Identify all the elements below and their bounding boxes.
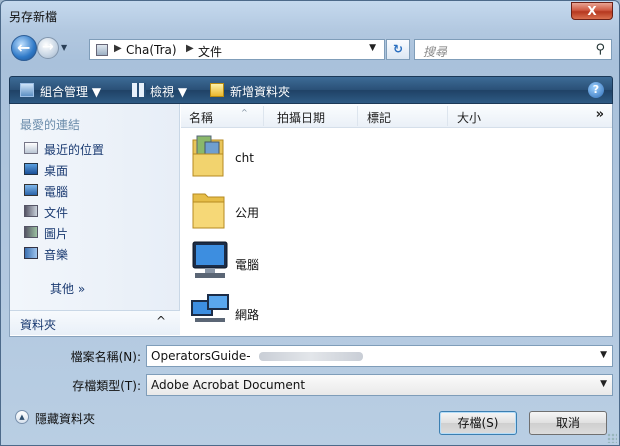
chevron-down-icon[interactable]: ▼ bbox=[600, 379, 607, 389]
column-name[interactable]: 名稱 ^ bbox=[189, 108, 248, 126]
network-icon bbox=[191, 294, 229, 322]
filetype-label: 存檔類型(T): bbox=[72, 379, 141, 393]
file-name: 電腦 bbox=[235, 258, 260, 272]
fav-item-pictures[interactable]: 圖片 bbox=[24, 224, 174, 242]
column-divider[interactable] bbox=[263, 106, 264, 126]
close-button[interactable]: X bbox=[571, 2, 613, 20]
pictures-icon bbox=[24, 226, 38, 238]
computer-icon bbox=[24, 184, 38, 196]
address-folder-icon bbox=[96, 44, 108, 56]
command-toolbar: 組合管理 ▼ 檢視 ▼ 新增資料夾 ? bbox=[9, 76, 613, 104]
organize-menu[interactable]: 組合管理 ▼ bbox=[40, 83, 101, 100]
new-folder-icon bbox=[210, 83, 224, 97]
filetype-value: Adobe Acrobat Document bbox=[151, 378, 306, 392]
filename-label: 檔案名稱(N): bbox=[70, 350, 141, 364]
save-button[interactable]: 存檔(S) bbox=[439, 411, 517, 435]
fav-item-documents[interactable]: 文件 bbox=[24, 203, 174, 221]
column-tags[interactable]: 標記 bbox=[367, 109, 391, 126]
navigation-pane: 最愛的連結 最近的位置 桌面 電腦 文件 圖片 音樂 其他 » 資料夾 ^ bbox=[10, 104, 180, 335]
fav-item-label: 圖片 bbox=[44, 227, 69, 241]
fav-item-label: 音樂 bbox=[44, 248, 69, 262]
window-title: 另存新檔 bbox=[9, 10, 58, 24]
save-as-dialog: 另存新檔 X ← → ▼ ▶ Cha(Tra) ▶ 文件 ▼ ↻ 搜尋 ⚲ 組合… bbox=[0, 0, 620, 446]
music-icon bbox=[24, 247, 38, 259]
address-row: ← → ▼ ▶ Cha(Tra) ▶ 文件 ▼ ↻ 搜尋 ⚲ bbox=[1, 31, 619, 65]
fav-item-recent-places[interactable]: 最近的位置 bbox=[24, 140, 174, 158]
fav-item-label: 桌面 bbox=[44, 164, 69, 178]
address-bar[interactable]: ▶ Cha(Tra) ▶ 文件 ▼ bbox=[89, 39, 385, 60]
fav-item-computer[interactable]: 電腦 bbox=[24, 182, 174, 200]
fav-item-label: 最近的位置 bbox=[44, 143, 105, 157]
breadcrumb-user[interactable]: Cha(Tra) bbox=[126, 43, 177, 57]
cancel-button[interactable]: 取消 bbox=[529, 411, 607, 435]
collapse-up-icon: ▲ bbox=[15, 410, 29, 424]
views-icon bbox=[132, 83, 146, 97]
chevron-right-icon[interactable]: ▶ bbox=[186, 43, 194, 54]
resize-grip-icon[interactable] bbox=[607, 433, 617, 443]
filetype-select[interactable]: Adobe Acrobat Document ▼ bbox=[146, 374, 613, 396]
column-size[interactable]: 大小 bbox=[457, 109, 481, 126]
file-name: 網路 bbox=[235, 308, 260, 322]
chevron-up-icon: ^ bbox=[155, 314, 166, 328]
organize-icon bbox=[20, 83, 34, 97]
views-menu[interactable]: 檢視 ▼ bbox=[150, 83, 187, 100]
refresh-icon: ↻ bbox=[392, 42, 404, 56]
user-folder-icon bbox=[192, 135, 224, 177]
hide-folders-label: 隱藏資料夾 bbox=[35, 412, 96, 426]
fav-item-label: 電腦 bbox=[44, 185, 69, 199]
redacted-text bbox=[259, 352, 363, 361]
desktop-icon bbox=[24, 163, 38, 175]
search-icon[interactable]: ⚲ bbox=[595, 42, 605, 57]
fav-item-label: 文件 bbox=[44, 206, 69, 220]
file-item-network[interactable]: 網路 bbox=[187, 288, 487, 338]
column-divider[interactable] bbox=[357, 106, 358, 126]
help-icon[interactable]: ? bbox=[588, 82, 604, 98]
refresh-button[interactable]: ↻ bbox=[386, 39, 410, 60]
browser-content: 最愛的連結 最近的位置 桌面 電腦 文件 圖片 音樂 其他 » 資料夾 ^ 名稱… bbox=[9, 104, 613, 337]
file-name: cht bbox=[235, 151, 254, 165]
recent-places-icon bbox=[24, 142, 38, 154]
fav-item-music[interactable]: 音樂 bbox=[24, 245, 174, 263]
search-box[interactable]: 搜尋 ⚲ bbox=[414, 39, 612, 60]
file-item-public[interactable]: 公用 bbox=[187, 184, 487, 234]
chevron-right-icon[interactable]: ▶ bbox=[114, 43, 122, 54]
filename-input[interactable]: OperatorsGuide- ▼ bbox=[146, 345, 613, 367]
new-folder-button[interactable]: 新增資料夾 bbox=[230, 83, 290, 100]
more-columns-icon[interactable]: » bbox=[596, 107, 604, 122]
computer-icon bbox=[192, 241, 228, 278]
address-dropdown-icon[interactable]: ▼ bbox=[369, 43, 376, 53]
favorite-links-header: 最愛的連結 bbox=[20, 118, 81, 132]
column-date-taken[interactable]: 拍攝日期 bbox=[277, 109, 325, 126]
search-placeholder: 搜尋 bbox=[423, 45, 448, 59]
back-arrow-icon: ← bbox=[17, 38, 31, 57]
column-divider[interactable] bbox=[447, 106, 448, 126]
filename-value: OperatorsGuide- bbox=[151, 349, 251, 363]
column-header: 名稱 ^ 拍攝日期 標記 大小 » bbox=[181, 104, 612, 128]
file-list: 名稱 ^ 拍攝日期 標記 大小 » cht 公用 電腦 網路 bbox=[181, 104, 612, 335]
forward-button[interactable]: → bbox=[37, 37, 59, 59]
file-item-cht[interactable]: cht bbox=[187, 132, 487, 182]
documents-icon bbox=[24, 205, 38, 217]
sort-ascending-icon: ^ bbox=[241, 108, 248, 117]
chevron-down-icon[interactable]: ▼ bbox=[600, 350, 607, 360]
hide-folders-toggle[interactable]: ▲ 隱藏資料夾 bbox=[15, 409, 155, 427]
folders-toggle[interactable]: 資料夾 ^ bbox=[10, 310, 180, 335]
back-button[interactable]: ← bbox=[11, 35, 37, 61]
forward-arrow-icon: → bbox=[42, 39, 54, 55]
title-bar: 另存新檔 X bbox=[1, 1, 619, 29]
fav-item-desktop[interactable]: 桌面 bbox=[24, 161, 174, 179]
folder-icon bbox=[192, 193, 225, 229]
file-item-computer[interactable]: 電腦 bbox=[187, 236, 487, 286]
recent-pages-dropdown-icon[interactable]: ▼ bbox=[61, 43, 67, 52]
breadcrumb-documents[interactable]: 文件 bbox=[198, 43, 222, 60]
folders-label: 資料夾 bbox=[20, 318, 57, 332]
file-name: 公用 bbox=[235, 206, 260, 220]
more-links[interactable]: 其他 » bbox=[50, 280, 85, 297]
